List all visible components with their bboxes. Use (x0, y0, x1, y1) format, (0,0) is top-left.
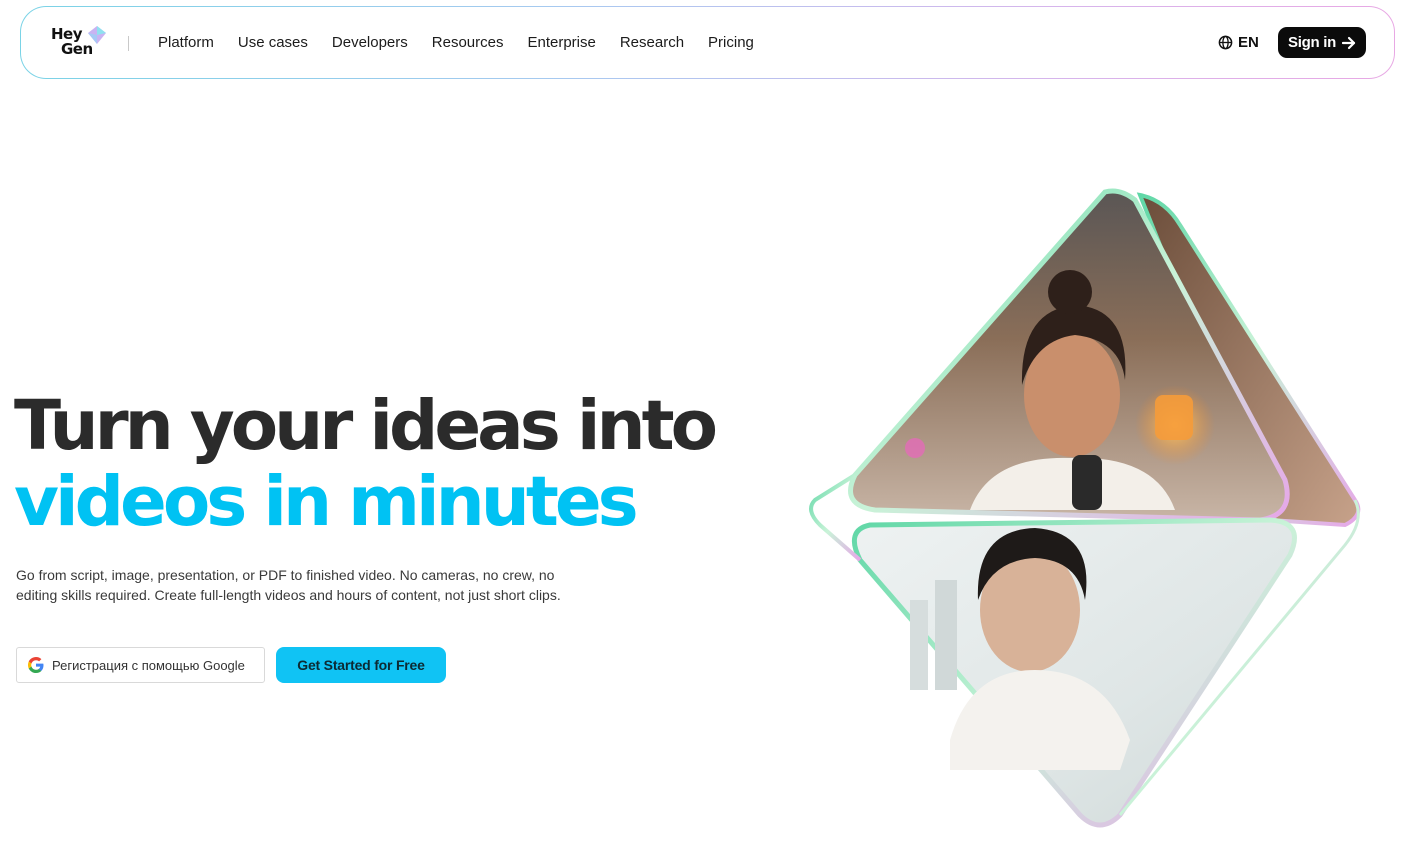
nav-item-platform[interactable]: Platform (158, 32, 214, 54)
microphone (1072, 455, 1102, 510)
google-signup-label: Регистрация с помощью Google (52, 657, 245, 673)
arrow-right-icon (1341, 36, 1356, 49)
hero-title-line2: videos in minutes (14, 462, 639, 542)
nav-item-enterprise[interactable]: Enterprise (527, 32, 595, 54)
hero-subtitle: Go from script, image, presentation, or … (16, 567, 561, 603)
hero-title-line1: Turn your ideas into (14, 386, 718, 466)
pink-light (905, 438, 925, 458)
navbar-inner: Hey Gen Platform Use cases Developers Re… (21, 7, 1394, 78)
get-started-label: Get Started for Free (297, 657, 425, 673)
woman-hair-bun (1048, 270, 1092, 314)
google-signup-button[interactable]: Регистрация с помощью Google (16, 647, 265, 683)
hero-title: Turn your ideas into videos in minutes (14, 386, 718, 542)
top-navbar: Hey Gen Platform Use cases Developers Re… (20, 6, 1395, 79)
nav-item-research[interactable]: Research (620, 32, 684, 54)
nav-divider (128, 36, 129, 51)
sign-in-label: Sign in (1288, 34, 1336, 51)
gem-icon (88, 26, 106, 44)
skyline (935, 580, 957, 690)
skyline (910, 600, 928, 690)
nav-item-resources[interactable]: Resources (432, 32, 504, 54)
hero-octahedron-visual (809, 188, 1361, 828)
language-label: EN (1238, 34, 1259, 51)
get-started-button[interactable]: Get Started for Free (276, 647, 446, 683)
globe-icon (1218, 35, 1233, 50)
lamp (1155, 395, 1193, 440)
sign-in-button[interactable]: Sign in (1278, 27, 1366, 58)
nav-item-use-cases[interactable]: Use cases (238, 32, 308, 54)
google-g-icon (28, 657, 44, 673)
language-selector[interactable]: EN (1218, 34, 1259, 51)
nav-item-developers[interactable]: Developers (332, 32, 408, 54)
main-menu: Platform Use cases Developers Resources … (158, 32, 778, 54)
heygen-logo[interactable]: Hey Gen (51, 25, 111, 61)
nav-item-pricing[interactable]: Pricing (708, 32, 754, 54)
